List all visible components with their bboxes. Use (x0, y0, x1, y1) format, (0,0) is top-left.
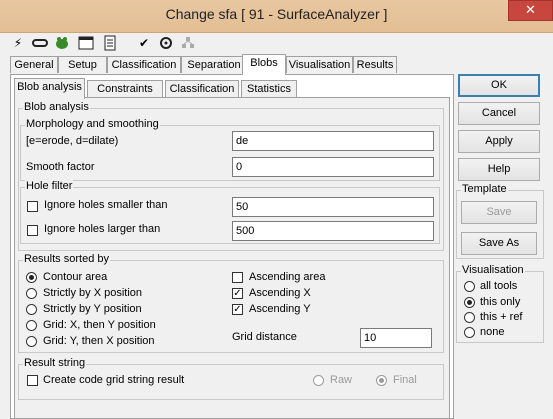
ops-label: [e=erode, d=dilate) (26, 135, 119, 147)
template-save-button[interactable]: Save (461, 201, 537, 224)
final-label: Final (393, 374, 417, 386)
sort-y-radio[interactable] (26, 304, 37, 315)
blob-analysis-title: Blob analysis (23, 101, 90, 113)
tab-constraints[interactable]: Constraints (87, 80, 163, 97)
vis-this-only-radio[interactable] (464, 297, 475, 308)
tab-blobs[interactable]: Blobs (242, 54, 286, 75)
console-icon[interactable] (78, 35, 94, 51)
tab-results[interactable]: Results (353, 56, 397, 73)
sort-contour-area-radio[interactable] (26, 272, 37, 283)
final-radio[interactable] (376, 375, 387, 386)
vis-this-ref-radio[interactable] (464, 312, 475, 323)
close-button[interactable]: ✕ (508, 0, 553, 21)
cancel-button[interactable]: Cancel (458, 102, 540, 125)
sort-grid-xy-radio[interactable] (26, 320, 37, 331)
sorted-by-title: Results sorted by (23, 253, 110, 265)
visualisation-title: Visualisation (461, 264, 525, 276)
ascending-y-checkbox[interactable]: ✓ (232, 304, 243, 315)
create-grid-string-checkbox[interactable] (27, 375, 38, 386)
sort-grid-yx-radio[interactable] (26, 336, 37, 347)
template-title: Template (461, 183, 508, 195)
tab-blob-analysis[interactable]: Blob analysis (14, 78, 85, 99)
smooth-factor-input[interactable]: 0 (232, 157, 434, 177)
vis-this-ref-label: this + ref (480, 311, 523, 323)
grid-distance-input[interactable]: 10 (360, 328, 432, 348)
sort-grid-xy-label: Grid: X, then Y position (43, 319, 156, 331)
check-icon[interactable]: ✔ (136, 35, 152, 51)
frog-icon[interactable] (54, 35, 70, 51)
tab-separation[interactable]: Separation (181, 56, 247, 73)
lightning-icon[interactable]: ⚡ (10, 35, 26, 51)
ascending-area-checkbox[interactable] (232, 272, 243, 283)
vis-all-tools-label: all tools (480, 280, 518, 292)
title-bar[interactable]: Change sfa [ 91 - SurfaceAnalyzer ] ✕ (0, 0, 553, 33)
ascending-area-label: Ascending area (249, 271, 326, 283)
network-icon[interactable] (180, 35, 196, 51)
raw-label: Raw (330, 374, 353, 386)
morphology-ops-input[interactable]: de (232, 131, 434, 151)
hole-filter-title: Hole filter (25, 180, 74, 192)
apply-button[interactable]: Apply (458, 130, 540, 153)
tools-icon[interactable] (158, 35, 174, 51)
tab-sub-classification[interactable]: Classification (165, 80, 239, 97)
vis-all-tools-radio[interactable] (464, 281, 475, 292)
list-icon[interactable] (102, 35, 118, 51)
template-save-as-button[interactable]: Save As (461, 232, 537, 255)
sort-contour-area-label: Contour area (43, 271, 108, 283)
vis-none-label: none (480, 326, 505, 338)
ignore-larger-checkbox[interactable] (27, 225, 38, 236)
ignore-smaller-label: Ignore holes smaller than (44, 199, 168, 211)
ascending-x-checkbox[interactable]: ✓ (232, 288, 243, 299)
tab-statistics[interactable]: Statistics (241, 80, 297, 97)
sort-y-label: Strictly by Y position (43, 303, 142, 315)
sort-x-radio[interactable] (26, 288, 37, 299)
sort-grid-yx-label: Grid: Y, then X position (43, 335, 155, 347)
ignore-smaller-checkbox[interactable] (27, 201, 38, 212)
tab-visualisation[interactable]: Visualisation (286, 56, 353, 73)
ignore-smaller-input[interactable]: 50 (232, 197, 434, 217)
tab-setup[interactable]: Setup (58, 56, 107, 73)
morphology-title: Morphology and smoothing (25, 118, 160, 130)
grid-distance-label: Grid distance (232, 331, 297, 343)
ascending-x-label: Ascending X (249, 287, 311, 299)
link-icon[interactable] (32, 35, 48, 51)
create-grid-string-label: Create code grid string result (43, 374, 185, 386)
help-button[interactable]: Help (458, 158, 540, 181)
tab-classification[interactable]: Classification (107, 56, 181, 73)
ascending-y-label: Ascending Y (249, 303, 311, 315)
window-title: Change sfa [ 91 - SurfaceAnalyzer ] (165, 6, 388, 22)
ignore-larger-input[interactable]: 500 (232, 221, 434, 241)
smooth-label: Smooth factor (26, 161, 95, 173)
ignore-larger-label: Ignore holes larger than (44, 223, 161, 235)
vis-this-only-label: this only (480, 296, 521, 308)
ok-button[interactable]: OK (458, 74, 540, 97)
raw-radio[interactable] (313, 375, 324, 386)
tab-general[interactable]: General (10, 56, 58, 73)
sort-x-label: Strictly by X position (43, 287, 143, 299)
result-string-title: Result string (23, 357, 87, 369)
vis-none-radio[interactable] (464, 327, 475, 338)
